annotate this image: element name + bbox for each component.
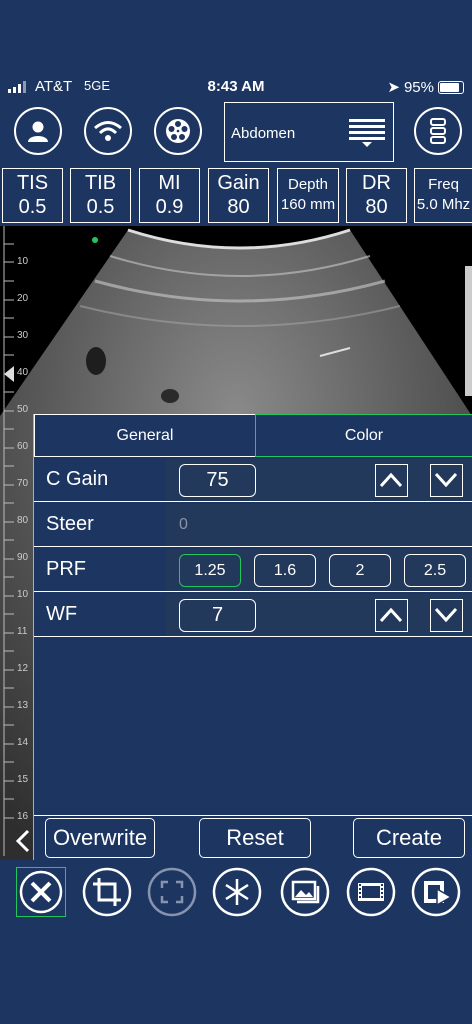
settings-panel: General Color C Gain 75 Steer 0 PRF 1.25… [33,414,472,860]
ruler-label: 90 [17,552,29,563]
tools-icon [19,870,63,914]
param-freq: Freq 5.0 Mhz [414,168,472,223]
ruler-label: 50 [17,404,29,415]
ruler-label: 80 [17,515,29,526]
battery-percent: 95% [403,78,434,96]
param-tib: TIB 0.5 [70,168,131,223]
c-gain-row: C Gain 75 [34,459,472,502]
ruler-label: 15 [17,774,29,785]
film-reel-icon [166,119,190,143]
panel-divider [34,815,472,816]
wf-row: WF 7 [34,594,472,637]
image-gallery-icon [280,867,330,917]
prf-row: PRF 1.25 1.6 2 2.5 [34,549,472,592]
freeze-icon [212,867,262,917]
ruler-label: 12 [17,663,29,674]
ruler-label: 13 [17,700,29,711]
preset-label: Abdomen [231,125,296,142]
video-button[interactable] [346,867,396,917]
ruler-label: 11 [17,626,28,637]
param-mi: MI 0.9 [139,168,200,223]
wifi-button[interactable] [84,107,132,155]
patient-button[interactable] [14,107,62,155]
preset-selector[interactable]: Abdomen [224,102,394,162]
c-gain-value[interactable]: 75 [179,464,256,497]
ruler-label: 60 [17,441,29,452]
ruler-label: 14 [17,737,29,748]
param-dr: DR 80 [346,168,407,223]
wf-up-button[interactable] [375,599,408,632]
fullscreen-button[interactable] [147,867,197,917]
reset-button[interactable]: Reset [199,818,311,858]
prf-option-1-25[interactable]: 1.25 [179,554,241,587]
crop-icon [82,867,132,917]
prf-option-2[interactable]: 2 [329,554,391,587]
chevron-down-icon [434,472,458,488]
steer-label: Steer [46,513,94,535]
ruler-label: 10 [17,589,29,600]
ruler-label: 70 [17,478,29,489]
status-bar: AT&T 5GE 8:43 AM ➤ 95% [0,78,472,98]
battery: ➤ 95% [387,78,464,96]
tab-color[interactable]: Color [255,414,472,457]
prf-option-1-6[interactable]: 1.6 [254,554,316,587]
menu-icon [430,118,446,144]
patient-icon [28,121,48,142]
ruler-label: 16 [17,811,29,822]
image-gallery-button[interactable] [280,867,330,917]
chevron-down-icon [434,607,458,623]
chevron-left-icon[interactable] [14,828,32,854]
wf-label: WF [46,603,78,625]
chevron-up-icon [379,607,403,623]
tools-button[interactable] [16,867,66,917]
wf-down-button[interactable] [430,599,463,632]
param-depth: Depth 160 mm [277,168,339,223]
depth-ruler: 10 20 30 40 50 60 70 80 90 10 11 12 13 1… [0,226,36,856]
c-gain-down-button[interactable] [430,464,463,497]
prf-label: PRF [46,558,86,580]
prf-option-2-5[interactable]: 2.5 [404,554,466,587]
param-gain: Gain 80 [208,168,269,223]
ruler-label: 10 [17,256,29,267]
menu-button[interactable] [414,107,462,155]
param-tis: TIS 0.5 [2,168,63,223]
battery-icon [438,80,464,94]
crop-button[interactable] [82,867,132,917]
steer-value[interactable]: 0 [179,516,188,534]
c-gain-up-button[interactable] [375,464,408,497]
tab-general[interactable]: General [34,414,255,457]
video-play-icon [411,867,461,917]
location-icon: ➤ [387,79,400,96]
ruler-label: 30 [17,330,29,341]
ruler-label: 40 [17,367,29,378]
c-gain-label: C Gain [46,468,109,490]
create-button[interactable]: Create [353,818,465,858]
fullscreen-icon [147,867,197,917]
steer-row: Steer 0 [34,504,472,547]
ruler-ticks [3,226,14,856]
video-play-button[interactable] [411,867,461,917]
ruler-label: 20 [17,293,29,304]
preset-list-icon [349,119,385,147]
wifi-icon [94,121,122,141]
video-icon [346,867,396,917]
overwrite-button[interactable]: Overwrite [45,818,155,858]
freeze-button[interactable] [212,867,262,917]
wf-value[interactable]: 7 [179,599,256,632]
chevron-up-icon [379,472,403,488]
film-reel-button[interactable] [154,107,202,155]
